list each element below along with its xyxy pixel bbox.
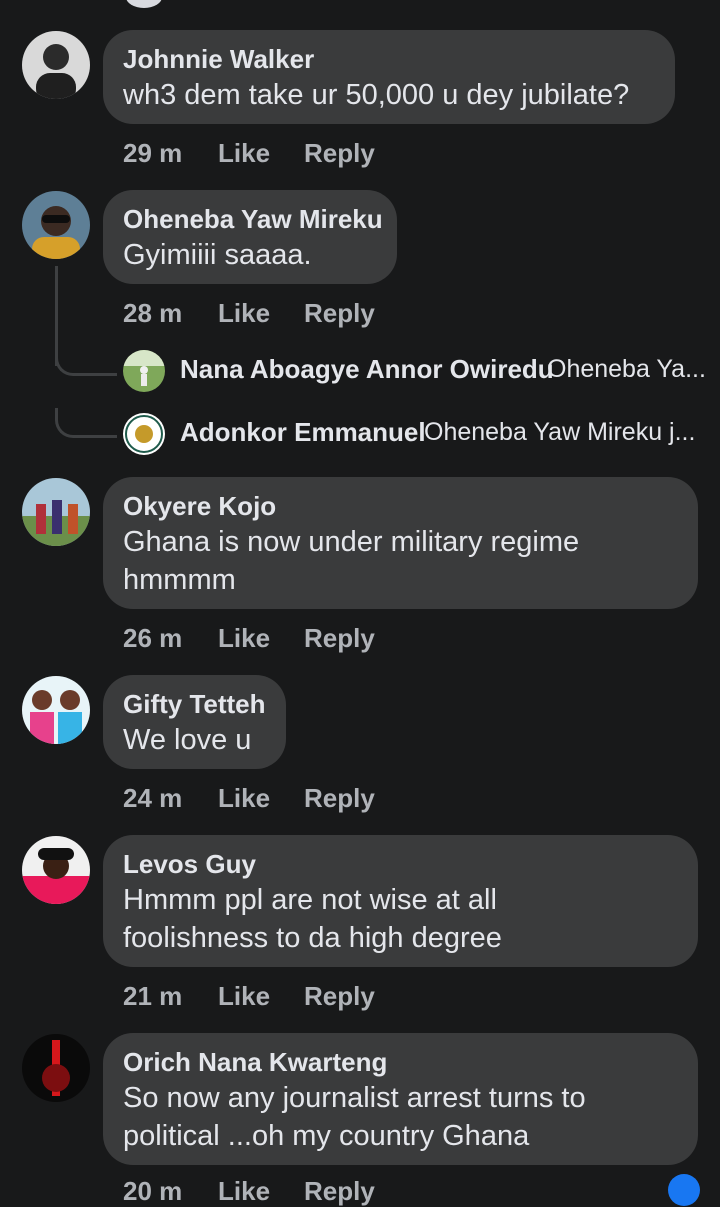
reply-button[interactable]: Reply — [304, 298, 375, 329]
previous-avatar-cutoff — [126, 0, 162, 8]
like-button[interactable]: Like — [218, 981, 304, 1012]
comment-actions: 21 m Like Reply — [123, 981, 375, 1012]
thread-connector — [55, 346, 117, 376]
like-button[interactable]: Like — [218, 783, 304, 814]
comment-bubble: Johnnie Walker wh3 dem take ur 50,000 u … — [103, 30, 675, 124]
comment-author[interactable]: Okyere Kojo — [123, 489, 678, 523]
comment-time[interactable]: 24 m — [123, 783, 218, 814]
comment-time[interactable]: 28 m — [123, 298, 218, 329]
avatar[interactable] — [22, 191, 90, 259]
comment-time[interactable]: 29 m — [123, 138, 218, 169]
reaction-like-icon[interactable] — [668, 1174, 700, 1206]
avatar[interactable] — [22, 31, 90, 99]
reply-button[interactable]: Reply — [304, 1176, 375, 1207]
comment-text: Ghana is now under military regime — [123, 526, 580, 558]
comment-text: Hmmm ppl are not wise at all — [123, 884, 497, 916]
reply-preview[interactable]: Nana Aboagye Annor Owiredu Oheneba Ya... — [123, 350, 706, 392]
reply-button[interactable]: Reply — [304, 623, 375, 654]
comment-bubble: Levos Guy Hmmm ppl are not wise at all f… — [103, 835, 698, 967]
comment-actions: 24 m Like Reply — [123, 783, 375, 814]
like-button[interactable]: Like — [218, 298, 304, 329]
reply-preview[interactable]: Adonkor Emmanuel Oheneba Yaw Mireku j... — [123, 413, 703, 455]
avatar[interactable] — [22, 1034, 90, 1102]
comment-text: political ...oh my country Ghana — [123, 1120, 530, 1152]
comment-text: foolishness to da high degree — [123, 922, 502, 954]
avatar[interactable] — [22, 836, 90, 904]
comment-text: wh3 dem take ur 50,000 u dey jubilate? — [123, 79, 630, 111]
comment-author[interactable]: Johnnie Walker — [123, 42, 655, 76]
reply-snippet: Oheneba Yaw Mireku j... — [424, 418, 696, 446]
comment-author[interactable]: Levos Guy — [123, 847, 678, 881]
avatar[interactable] — [22, 676, 90, 744]
comment-actions: 26 m Like Reply — [123, 623, 375, 654]
comment-author[interactable]: Oheneba Yaw Mireku — [123, 202, 383, 236]
comment-time[interactable]: 20 m — [123, 1176, 218, 1207]
avatar[interactable] — [123, 413, 165, 455]
like-button[interactable]: Like — [218, 138, 304, 169]
comment-time[interactable]: 26 m — [123, 623, 218, 654]
like-button[interactable]: Like — [218, 623, 304, 654]
avatar[interactable] — [22, 478, 90, 546]
comment-text: We love u — [123, 724, 252, 756]
like-button[interactable]: Like — [218, 1176, 304, 1207]
comment-author[interactable]: Orich Nana Kwarteng — [123, 1045, 678, 1079]
comment-bubble: Orich Nana Kwarteng So now any journalis… — [103, 1033, 698, 1165]
reply-button[interactable]: Reply — [304, 138, 375, 169]
comment-time[interactable]: 21 m — [123, 981, 218, 1012]
reply-button[interactable]: Reply — [304, 981, 375, 1012]
comment-bubble: Okyere Kojo Ghana is now under military … — [103, 477, 698, 609]
thread-connector — [55, 408, 117, 438]
comment-text: Gyimiiii saaaa. — [123, 239, 312, 271]
comment-actions: 29 m Like Reply — [123, 138, 375, 169]
comment-actions: 20 m Like Reply — [123, 1176, 375, 1207]
comment-author[interactable]: Gifty Tetteh — [123, 687, 266, 721]
comment-bubble: Oheneba Yaw Mireku Gyimiiii saaaa. — [103, 190, 397, 284]
comment-text: hmmmm — [123, 564, 236, 596]
reply-button[interactable]: Reply — [304, 783, 375, 814]
comment-actions: 28 m Like Reply — [123, 298, 375, 329]
reply-snippet: Oheneba Ya... — [547, 355, 706, 383]
reply-author[interactable]: Adonkor Emmanuel — [180, 417, 426, 448]
reply-author[interactable]: Nana Aboagye Annor Owiredu — [180, 354, 554, 385]
comment-bubble: Gifty Tetteh We love u — [103, 675, 286, 769]
avatar[interactable] — [123, 350, 165, 392]
comment-text: So now any journalist arrest turns to — [123, 1082, 586, 1114]
